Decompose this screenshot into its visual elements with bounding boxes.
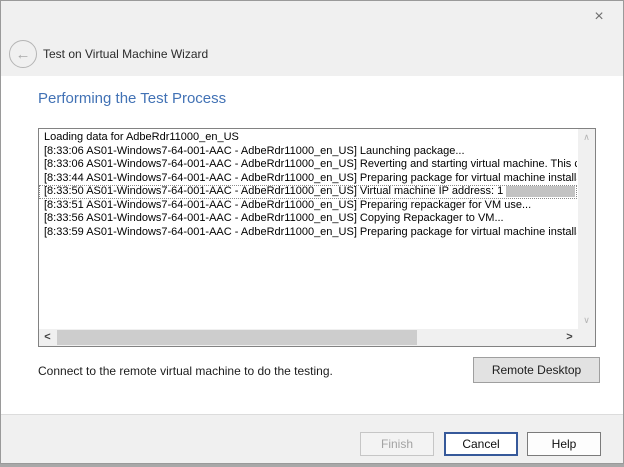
log-line[interactable]: [8:33:59 AS01-Windows7-64-001-AAC - Adbe… bbox=[39, 226, 577, 240]
window-title: Test on Virtual Machine Wizard bbox=[43, 47, 208, 61]
page-title: Performing the Test Process bbox=[38, 90, 226, 107]
wizard-dialog: × ← Test on Virtual Machine Wizard Perfo… bbox=[0, 0, 624, 464]
scroll-left-icon[interactable]: < bbox=[39, 329, 56, 346]
log-line[interactable]: [8:33:06 AS01-Windows7-64-001-AAC - Adbe… bbox=[39, 158, 577, 172]
log-line[interactable]: [8:33:44 AS01-Windows7-64-001-AAC - Adbe… bbox=[39, 172, 577, 186]
button-bar: Finish Cancel Help bbox=[1, 414, 623, 463]
log-line[interactable]: [8:33:51 AS01-Windows7-64-001-AAC - Adbe… bbox=[39, 199, 577, 213]
close-icon[interactable]: × bbox=[587, 6, 611, 28]
help-button[interactable]: Help bbox=[527, 432, 601, 456]
vertical-scrollbar[interactable]: ∧ ∨ bbox=[578, 129, 595, 329]
log-line[interactable]: [8:33:06 AS01-Windows7-64-001-AAC - Adbe… bbox=[39, 145, 577, 159]
horizontal-scrollbar[interactable]: < > bbox=[39, 329, 578, 346]
back-button[interactable]: ← bbox=[9, 40, 37, 68]
finish-button[interactable]: Finish bbox=[360, 432, 434, 456]
log-rows: Loading data for AdbeRdr11000_en_US [8:3… bbox=[39, 131, 577, 328]
back-arrow-icon: ← bbox=[16, 47, 31, 62]
test-log-listbox[interactable]: Loading data for AdbeRdr11000_en_US [8:3… bbox=[38, 128, 596, 347]
log-line-selected[interactable]: [8:33:50 AS01-Windows7-64-001-AAC - Adbe… bbox=[39, 185, 577, 199]
cancel-button[interactable]: Cancel bbox=[444, 432, 518, 456]
remote-desktop-button[interactable]: Remote Desktop bbox=[473, 357, 600, 383]
wizard-page: Performing the Test Process Loading data… bbox=[1, 76, 623, 415]
scroll-down-icon[interactable]: ∨ bbox=[578, 312, 595, 329]
scroll-up-icon[interactable]: ∧ bbox=[578, 129, 595, 146]
horizontal-scroll-thumb[interactable] bbox=[57, 330, 417, 345]
scrollbar-corner bbox=[578, 329, 595, 346]
connect-note: Connect to the remote virtual machine to… bbox=[38, 364, 333, 378]
redacted-ip-block bbox=[506, 186, 575, 197]
log-line-text: [8:33:50 AS01-Windows7-64-001-AAC - Adbe… bbox=[44, 185, 503, 199]
log-line[interactable]: [8:33:56 AS01-Windows7-64-001-AAC - Adbe… bbox=[39, 212, 577, 226]
log-line[interactable]: Loading data for AdbeRdr11000_en_US bbox=[39, 131, 577, 145]
scroll-right-icon[interactable]: > bbox=[561, 329, 578, 346]
